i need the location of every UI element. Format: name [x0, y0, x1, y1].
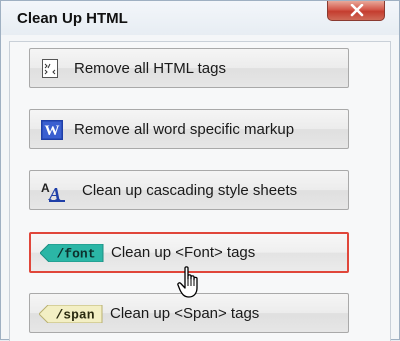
svg-text:W: W	[45, 123, 60, 139]
word-icon: W	[41, 120, 63, 140]
dialog-title: Clean Up HTML	[17, 10, 128, 27]
button-label: Clean up <Font> tags	[111, 244, 256, 261]
clean-up-html-dialog: Clean Up HTML Remove all HTML tags W Rem…	[0, 0, 400, 341]
close-button[interactable]	[327, 1, 385, 21]
button-label: Clean up <Span> tags	[110, 304, 260, 322]
hand-cursor-icon	[177, 266, 198, 298]
span-tag-icon: /span	[38, 304, 103, 328]
close-icon	[350, 4, 364, 17]
remove-word-markup-button[interactable]: W Remove all word specific markup	[29, 109, 349, 149]
button-label: Remove all word specific markup	[74, 120, 295, 138]
html-tags-icon	[42, 59, 58, 78]
remove-html-tags-button[interactable]: Remove all HTML tags	[29, 48, 349, 88]
title-bar[interactable]: Clean Up HTML	[1, 1, 399, 35]
span-tag-text: /span	[55, 308, 94, 323]
clean-up-css-button[interactable]: A A Clean up cascading style sheets	[29, 170, 349, 210]
button-label: Clean up cascading style sheets	[82, 181, 298, 199]
font-tag-text: /font	[56, 247, 95, 262]
css-style-icon: A A	[41, 181, 65, 203]
button-label: Remove all HTML tags	[74, 59, 226, 77]
font-tag-icon: /font	[39, 243, 104, 267]
